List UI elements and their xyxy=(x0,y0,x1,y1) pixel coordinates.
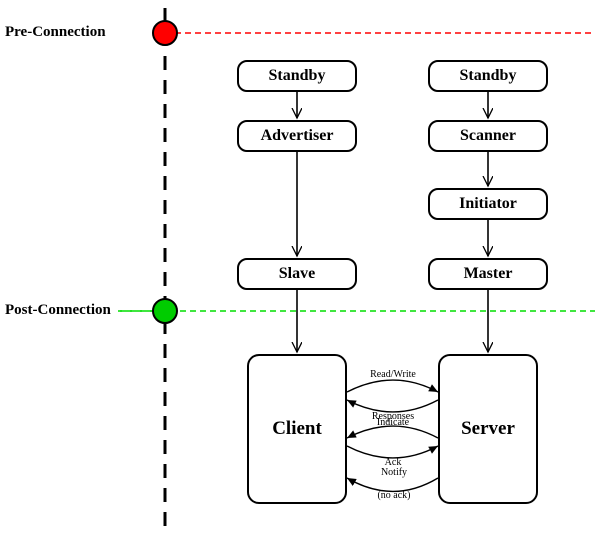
msg-indicate: Indicate xyxy=(371,417,415,428)
node-standby-left: Standby xyxy=(237,60,357,92)
node-label: Standby xyxy=(269,67,326,85)
node-initiator: Initiator xyxy=(428,188,548,220)
msg-read-write: Read/Write xyxy=(368,369,418,380)
node-label: Advertiser xyxy=(261,127,334,145)
post-connection-dot xyxy=(152,298,178,324)
node-client: Client xyxy=(247,354,347,504)
node-label: Server xyxy=(461,418,515,440)
node-slave: Slave xyxy=(237,258,357,290)
node-label: Slave xyxy=(279,265,315,283)
arrow-read-write xyxy=(347,380,438,392)
node-label: Standby xyxy=(460,67,517,85)
node-label: Client xyxy=(272,418,322,440)
pre-connection-dot xyxy=(152,20,178,46)
node-master: Master xyxy=(428,258,548,290)
node-scanner: Scanner xyxy=(428,120,548,152)
msg-no-ack: (no ack) xyxy=(374,490,414,501)
post-connection-label: Post-Connection xyxy=(5,302,111,319)
msg-notify: Notify xyxy=(379,467,409,478)
node-label: Master xyxy=(464,265,513,283)
node-advertiser: Advertiser xyxy=(237,120,357,152)
node-standby-right: Standby xyxy=(428,60,548,92)
node-label: Initiator xyxy=(459,195,517,213)
pre-connection-label: Pre-Connection xyxy=(5,24,106,41)
diagram-stage: Pre-Connection Post-Connection Standby A… xyxy=(0,0,600,536)
node-label: Scanner xyxy=(460,127,516,145)
node-server: Server xyxy=(438,354,538,504)
